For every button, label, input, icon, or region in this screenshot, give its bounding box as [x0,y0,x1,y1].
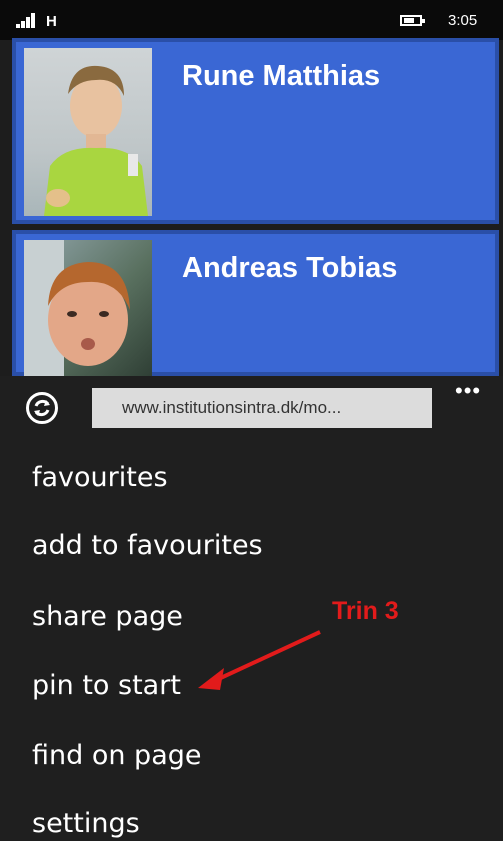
menu-item-add-to-favourites[interactable]: add to favourites [32,530,263,561]
status-time: 3:05 [448,12,478,29]
step-annotation: Trin 3 [332,597,399,625]
child-tile[interactable]: Rune Matthias [12,38,499,224]
child-tile[interactable]: Andreas Tobias [12,230,499,376]
address-bar[interactable]: www.institutionsintra.dk/mo... [92,388,432,428]
child-photo [24,48,152,216]
annotation-arrow-icon [198,630,321,690]
menu-item-settings[interactable]: settings [32,808,140,839]
more-options-button[interactable]: ••• [455,378,481,404]
child-name: Rune Matthias [182,60,381,92]
refresh-icon[interactable] [26,392,58,424]
child-name: Andreas Tobias [182,252,398,284]
network-type: H [46,13,57,30]
menu-item-pin-to-start[interactable]: pin to start [32,670,181,701]
menu-item-share-page[interactable]: share page [32,601,183,632]
child-photo [24,240,152,376]
signal-bars-icon [16,12,38,28]
menu-item-find-on-page[interactable]: find on page [32,740,202,771]
status-bar: H 3:05 [0,0,503,40]
menu-item-favourites[interactable]: favourites [32,462,168,493]
browser-app-bar: www.institutionsintra.dk/mo... ••• favou… [0,376,503,841]
battery-icon [400,15,425,26]
